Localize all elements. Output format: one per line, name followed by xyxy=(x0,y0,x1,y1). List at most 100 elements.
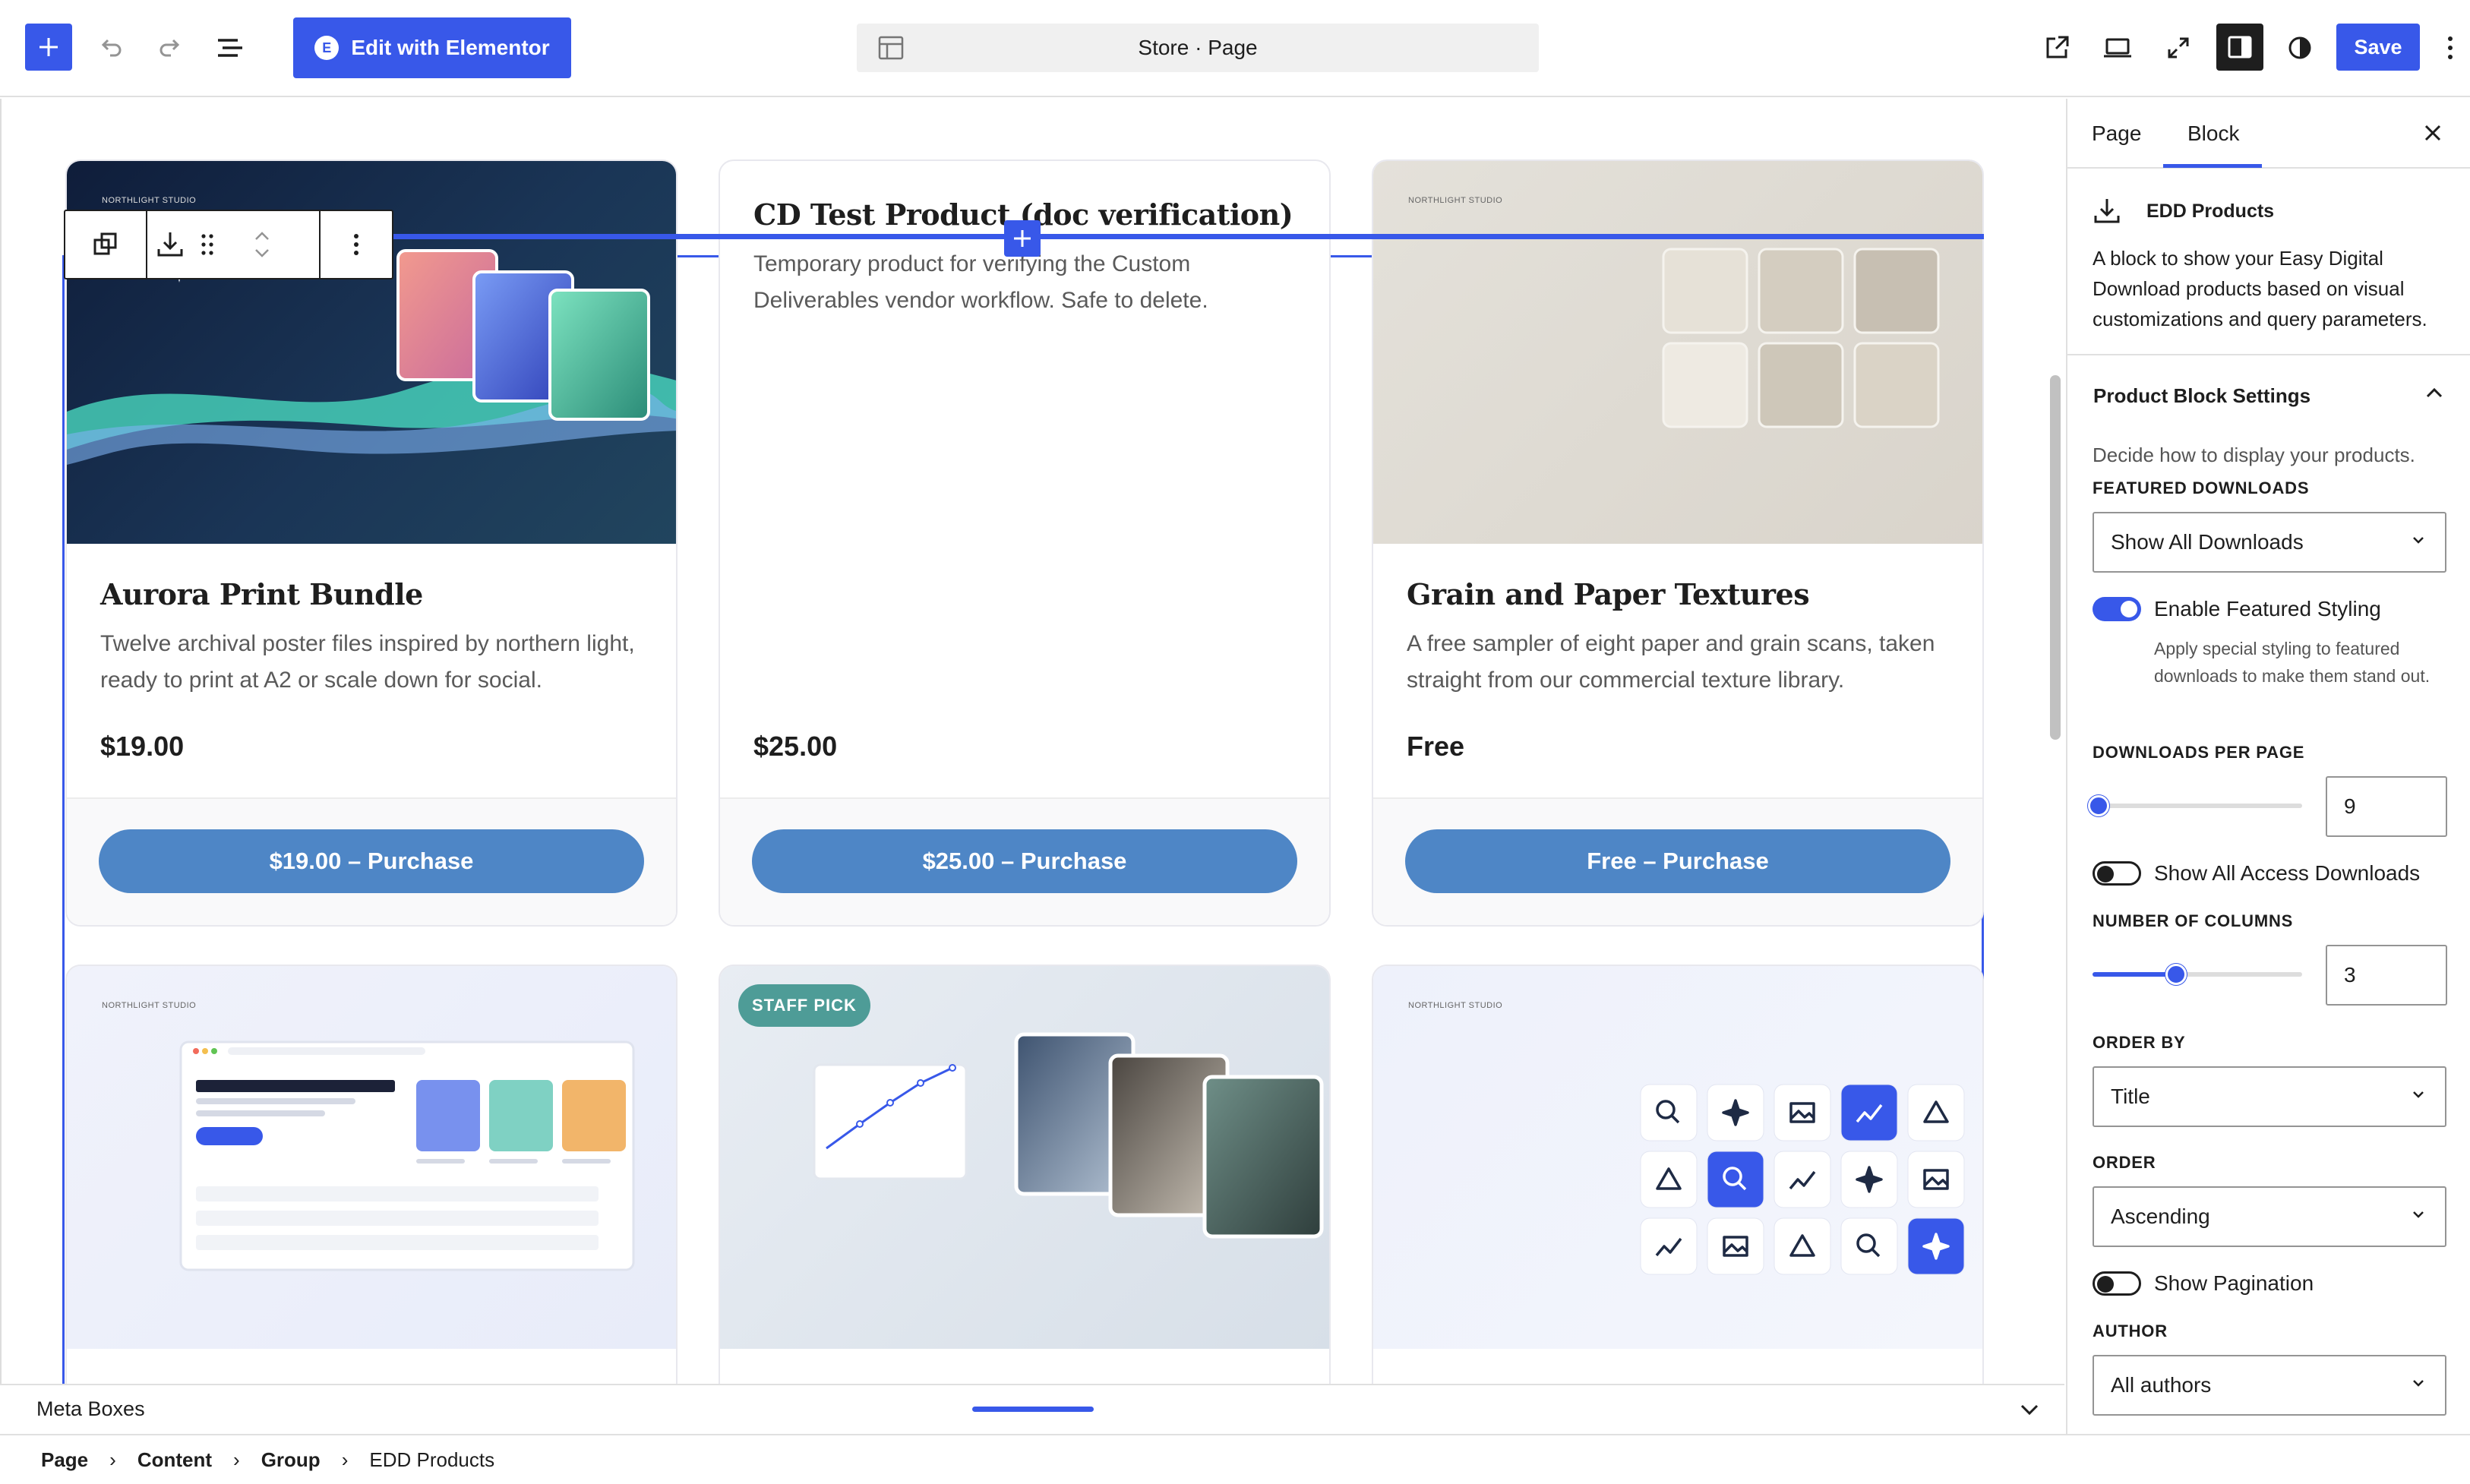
order-select[interactable]: Ascending xyxy=(2093,1186,2446,1247)
purchase-button[interactable]: $25.00 – Purchase xyxy=(752,829,1297,893)
product-description: A free sampler of eight paper and grain … xyxy=(1407,631,1935,693)
breadcrumb-page[interactable]: Page xyxy=(41,1448,88,1472)
block-type-button[interactable] xyxy=(150,211,190,278)
breadcrumb-content[interactable]: Content xyxy=(137,1448,212,1472)
drag-handle[interactable] xyxy=(190,211,225,278)
tab-page[interactable]: Page xyxy=(2092,122,2141,146)
featured-styling-toggle[interactable] xyxy=(2093,597,2141,621)
transform-block-button[interactable] xyxy=(65,211,147,278)
image-tile xyxy=(1774,1084,1831,1141)
image-tile xyxy=(1907,1151,1965,1208)
chevron-up-icon[interactable] xyxy=(2424,386,2444,399)
tab-block[interactable]: Block xyxy=(2187,122,2239,146)
pagination-toggle[interactable] xyxy=(2093,1271,2141,1296)
document-title: Store · Page xyxy=(1138,36,1258,59)
product-title[interactable]: Grain and Paper Textures xyxy=(1407,577,1810,611)
triangle-tile xyxy=(1640,1151,1698,1208)
all-access-label: Show All Access Downloads xyxy=(2154,861,2421,885)
drag-icon xyxy=(201,234,213,255)
chevron-right-icon: › xyxy=(109,1448,116,1471)
number-of-columns-slider[interactable] xyxy=(2093,964,2302,985)
block-breadcrumb: Page › Content › Group › EDD Products xyxy=(0,1434,2470,1484)
trend-tile xyxy=(1640,1217,1698,1275)
product-card[interactable]: STAFF PICK xyxy=(719,965,1331,1384)
contrast-icon xyxy=(2288,36,2311,59)
product-description: Twelve archival poster files inspired by… xyxy=(100,631,635,693)
slider-thumb[interactable] xyxy=(2165,964,2187,985)
product-card[interactable]: CD Test Product (doc verification) Tempo… xyxy=(719,159,1331,927)
chevron-down-icon xyxy=(2413,1211,2424,1218)
product-card[interactable]: NORTHLIGHT STUDIO xyxy=(65,965,678,1384)
order-value: Ascending xyxy=(2111,1205,2210,1228)
chevron-right-icon: › xyxy=(341,1448,349,1471)
panel-description: Decide how to display your products. xyxy=(2093,444,2415,466)
texture-swatches xyxy=(1662,248,1940,428)
resize-handle[interactable] xyxy=(972,1407,1094,1412)
options-menu-button[interactable] xyxy=(2435,27,2465,69)
chevron-down-icon xyxy=(2413,537,2424,544)
author-value: All authors xyxy=(2111,1373,2212,1397)
edit-with-elementor-button[interactable]: E Edit with Elementor xyxy=(293,17,571,78)
chevron-down-icon[interactable] xyxy=(254,248,270,258)
undo-icon xyxy=(101,39,122,57)
zoom-out-button[interactable] xyxy=(2157,27,2200,69)
canvas-scrollbar[interactable] xyxy=(2050,375,2061,740)
icon-pack-artwork xyxy=(1640,1084,1965,1275)
styles-button[interactable] xyxy=(2279,27,2321,69)
settings-sidebar-toggle[interactable] xyxy=(2216,24,2263,71)
chevron-down-icon[interactable] xyxy=(2019,1402,2040,1417)
featured-styling-label: Enable Featured Styling xyxy=(2154,597,2381,620)
undo-button[interactable] xyxy=(89,27,131,69)
block-toolbar xyxy=(64,210,393,279)
document-overview-button[interactable] xyxy=(209,27,251,69)
breadcrumb-group[interactable]: Group xyxy=(261,1448,321,1472)
author-select[interactable]: All authors xyxy=(2093,1355,2446,1416)
meta-boxes-panel[interactable]: Meta Boxes xyxy=(0,1384,2064,1434)
view-page-button[interactable] xyxy=(2036,27,2078,69)
product-description: Temporary product for verifying the Cust… xyxy=(753,251,1208,313)
purchase-button[interactable]: $19.00 – Purchase xyxy=(99,829,644,893)
downloads-per-page-input[interactable]: 9 xyxy=(2326,776,2447,837)
panel-title[interactable]: Product Block Settings xyxy=(2093,384,2310,408)
downloads-per-page-slider[interactable] xyxy=(2088,795,2302,816)
order-by-select[interactable]: Title xyxy=(2093,1066,2446,1127)
product-image: NORTHLIGHT STUDIO xyxy=(67,966,676,1349)
redo-button[interactable] xyxy=(150,27,192,69)
triangle-tile xyxy=(1774,1217,1831,1275)
inline-inserter-button[interactable] xyxy=(1004,220,1041,257)
list-view-icon xyxy=(218,39,242,57)
product-title[interactable]: Aurora Print Bundle xyxy=(100,577,423,611)
elementor-icon: E xyxy=(314,36,340,60)
number-of-columns-input[interactable]: 3 xyxy=(2326,945,2447,1006)
block-inserter-button[interactable] xyxy=(25,24,72,71)
product-card[interactable]: NORTHLIGHT STUDIO xyxy=(1372,965,1984,1384)
slider-thumb[interactable] xyxy=(2088,795,2110,816)
trend-tile xyxy=(1774,1151,1831,1208)
template-icon xyxy=(878,36,904,60)
move-block-controls[interactable] xyxy=(225,211,299,278)
all-access-toggle[interactable] xyxy=(2093,861,2141,886)
downloads-per-page-label: DOWNLOADS PER PAGE xyxy=(2093,743,2305,762)
document-title-bar[interactable]: Store · Page xyxy=(857,24,1539,72)
block-description: A block to show your Easy Digital Downlo… xyxy=(2093,247,2427,330)
editor-top-bar: E Edit with Elementor Store · Page Save xyxy=(0,0,2470,97)
settings-sidebar: Page Block EDD Products A block to show … xyxy=(2066,99,2470,1434)
active-tab-indicator xyxy=(2163,164,2262,168)
chevron-up-icon[interactable] xyxy=(254,231,270,242)
device-preview-button[interactable] xyxy=(2096,27,2139,69)
close-icon[interactable] xyxy=(2423,123,2443,143)
order-by-value: Title xyxy=(2111,1085,2150,1108)
chevron-down-icon xyxy=(2413,1091,2424,1098)
product-card[interactable]: NORTHLIGHT STUDIO Grain and Paper Textur… xyxy=(1372,159,1984,927)
purchase-button[interactable]: Free – Purchase xyxy=(1405,829,1950,893)
divider xyxy=(2067,354,2470,355)
featured-downloads-select[interactable]: Show All Downloads xyxy=(2093,512,2446,573)
chevron-down-icon xyxy=(2413,1380,2424,1387)
save-button[interactable]: Save xyxy=(2336,24,2420,71)
editor-canvas: NORTHLIGHT STUDIO Aurora Print Bundle Tw… xyxy=(0,99,2064,1384)
trend-tile xyxy=(1840,1084,1898,1141)
product-price: $19.00 xyxy=(100,731,185,762)
insertion-line xyxy=(393,234,1984,239)
plus-icon xyxy=(1014,230,1031,247)
block-options-button[interactable] xyxy=(319,211,392,278)
